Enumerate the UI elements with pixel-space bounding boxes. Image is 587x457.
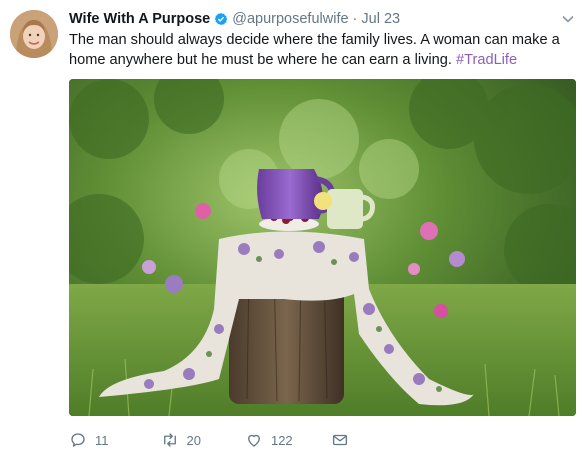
retweet-icon [163,433,176,447]
retweet-button[interactable]: 20 [161,431,201,449]
tweet-date[interactable]: Jul 23 [361,11,400,27]
photo-image [69,79,576,416]
envelope-icon [332,434,347,446]
display-name[interactable]: Wife With A Purpose [69,11,210,27]
verified-badge-icon [214,12,228,26]
separator-dot: · [352,11,358,27]
retweet-count: 20 [186,432,201,448]
tweet-photo[interactable] [69,79,576,416]
tweet-actions: 11 20 122 [69,428,401,452]
avatar-image [10,10,58,58]
tweet-text: The man should always decide where the f… [69,30,569,70]
heart-icon [248,434,260,447]
tweet-header: Wife With A Purpose @apurposefulwife · J… [69,9,400,29]
tweet-card[interactable]: Wife With A Purpose @apurposefulwife · J… [0,0,587,457]
avatar[interactable] [10,10,58,58]
like-count: 122 [270,432,293,448]
like-button[interactable]: 122 [245,431,293,449]
reply-count: 11 [95,432,109,448]
direct-message-button[interactable] [331,431,357,449]
reply-button[interactable]: 11 [69,431,109,449]
hashtag-link[interactable]: #TradLife [456,52,517,68]
chevron-down-icon[interactable] [561,12,575,26]
user-handle[interactable]: @apurposefulwife [232,11,348,27]
reply-icon [71,433,85,447]
